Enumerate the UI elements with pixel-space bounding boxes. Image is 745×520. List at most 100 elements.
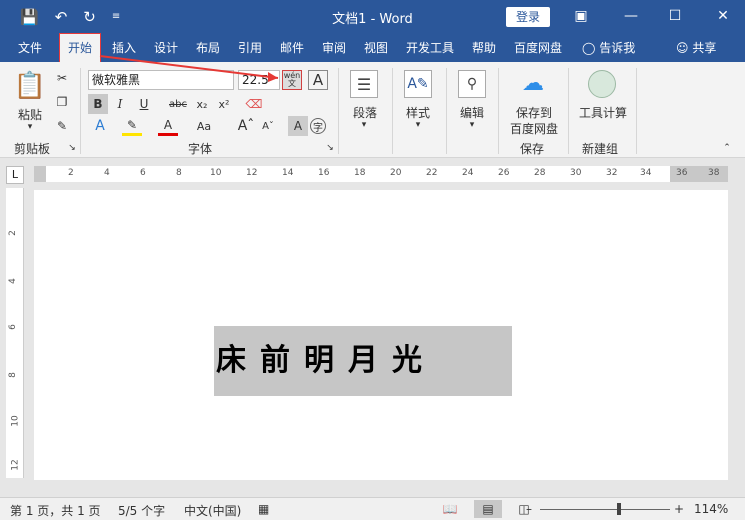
strikethrough-button[interactable]: abc <box>168 94 188 114</box>
read-mode-icon[interactable]: 📖 <box>436 500 464 518</box>
ruler-number: 26 <box>498 168 510 178</box>
font-launcher-icon[interactable]: ↘ <box>324 142 336 154</box>
tab-references[interactable]: 引用 <box>238 40 262 56</box>
zoom-level[interactable]: 114% <box>694 502 728 516</box>
separator <box>498 68 499 154</box>
ruler-number: 36 <box>676 168 688 178</box>
print-layout-icon[interactable]: ▤ <box>474 500 502 518</box>
tool-calc-icon[interactable] <box>588 70 616 98</box>
vertical-scrollbar[interactable] <box>730 188 745 492</box>
tab-design[interactable]: 设计 <box>154 40 178 56</box>
zoom-in-icon[interactable]: + <box>674 502 684 516</box>
italic-button[interactable]: I <box>110 94 130 114</box>
ruler-number: 14 <box>282 168 294 178</box>
ruler-number: 16 <box>318 168 330 178</box>
ruler-number: 12 <box>10 459 21 471</box>
change-case-icon[interactable]: Aa <box>194 116 214 136</box>
baidu-cloud-icon[interactable]: ☁ <box>518 68 548 98</box>
person-icon: ☺ <box>676 41 689 55</box>
ribbon-display-icon[interactable]: ▣ <box>570 6 592 26</box>
ruler-number: 32 <box>606 168 618 178</box>
zoom-out-icon[interactable]: – <box>526 502 532 516</box>
subscript-button[interactable]: x₂ <box>192 94 212 114</box>
text-effects-icon[interactable]: A <box>90 116 110 136</box>
ruler-number: 8 <box>176 168 182 178</box>
grow-font-icon[interactable]: Aˆ <box>236 116 256 136</box>
clear-format-icon[interactable]: ⌫ <box>244 94 264 114</box>
tab-selector-icon[interactable]: L <box>6 166 24 184</box>
enclose-char-icon[interactable]: 字 <box>310 118 326 134</box>
ruler-number: 34 <box>640 168 652 178</box>
separator <box>80 68 81 154</box>
tool-calc-button[interactable]: 工具计算 <box>574 104 632 121</box>
clipboard-icon[interactable]: 📋 <box>14 70 46 102</box>
editing-dropdown-icon[interactable]: ▾ <box>466 120 478 130</box>
close-icon[interactable]: ✕ <box>712 6 734 26</box>
tab-review[interactable]: 审阅 <box>322 40 346 56</box>
page-count[interactable]: 第 1 页，共 1 页 <box>10 502 101 519</box>
cut-icon[interactable]: ✂ <box>52 68 72 88</box>
ruler-number: 38 <box>708 168 720 178</box>
paragraph-icon[interactable]: ☰ <box>350 70 378 98</box>
selected-text[interactable]: 床前明月光 <box>214 326 512 396</box>
separator <box>392 68 393 154</box>
font-color-icon[interactable]: A <box>158 116 178 136</box>
shrink-font-icon[interactable]: Aˇ <box>258 116 278 136</box>
clipboard-launcher-icon[interactable]: ↘ <box>66 142 78 154</box>
paste-button[interactable]: 粘贴 <box>14 106 46 123</box>
ruler-number: 8 <box>7 372 18 378</box>
underline-button[interactable]: U <box>134 94 154 114</box>
tab-baidu[interactable]: 百度网盘 <box>514 40 562 56</box>
language-status[interactable]: 中文(中国) <box>184 502 241 519</box>
minimize-icon[interactable]: — <box>620 6 642 26</box>
document-page[interactable]: 床前明月光 <box>34 190 728 480</box>
font-name-value: 微软雅黑 <box>92 73 141 87</box>
format-painter-icon[interactable]: ✎ <box>52 116 72 136</box>
styles-button[interactable]: 样式 <box>402 104 434 121</box>
copy-icon[interactable]: ❐ <box>52 92 72 112</box>
paragraph-button[interactable]: 段落 <box>348 104 382 121</box>
font-size-combo[interactable]: 22.5 <box>238 70 280 90</box>
collapse-ribbon-icon[interactable]: ⌃ <box>720 142 734 154</box>
tab-layout[interactable]: 布局 <box>196 40 220 56</box>
styles-icon[interactable]: A✎ <box>404 70 432 98</box>
superscript-button[interactable]: x² <box>214 94 234 114</box>
tab-mailings[interactable]: 邮件 <box>280 40 304 56</box>
char-border-icon[interactable]: A <box>308 70 328 90</box>
login-button[interactable]: 登录 <box>506 7 550 27</box>
word-count[interactable]: 5/5 个字 <box>118 502 165 519</box>
ruler-number: 2 <box>7 230 18 236</box>
tab-home[interactable]: 开始 <box>58 33 102 63</box>
tab-tellme[interactable]: ◯ 告诉我 <box>582 40 635 56</box>
tab-developer[interactable]: 开发工具 <box>406 40 454 56</box>
highlight-icon[interactable]: ✎ <box>122 116 142 136</box>
web-layout-icon[interactable]: ◫ <box>510 500 538 518</box>
paste-dropdown-icon[interactable]: ▾ <box>24 122 36 132</box>
search-icon[interactable]: ⚲ <box>458 70 486 98</box>
tab-file[interactable]: 文件 <box>18 40 42 56</box>
ruler-bar[interactable]: 2 4 6 8 10 12 14 16 18 20 22 24 26 28 30… <box>34 166 728 182</box>
styles-dropdown-icon[interactable]: ▾ <box>412 120 424 130</box>
document-area: 床前明月光 <box>24 188 745 492</box>
char-shading-icon[interactable]: A <box>288 116 308 136</box>
separator <box>568 68 569 154</box>
vertical-ruler[interactable]: 2 4 6 8 10 12 <box>6 188 24 478</box>
save-to-baidu-line1[interactable]: 保存到 <box>506 104 562 121</box>
zoom-slider-thumb[interactable] <box>617 503 621 515</box>
tab-insert[interactable]: 插入 <box>112 40 136 56</box>
tab-view[interactable]: 视图 <box>364 40 388 56</box>
paragraph-dropdown-icon[interactable]: ▾ <box>358 120 370 130</box>
tab-help[interactable]: 帮助 <box>472 40 496 56</box>
phonetic-guide-button[interactable]: wén 文 <box>282 70 302 90</box>
font-name-combo[interactable]: 微软雅黑 <box>88 70 234 90</box>
save-to-baidu-line2[interactable]: 百度网盘 <box>506 120 562 137</box>
ruler-number: 12 <box>246 168 258 178</box>
bold-button[interactable]: B <box>88 94 108 114</box>
editing-button[interactable]: 编辑 <box>456 104 488 121</box>
maximize-icon[interactable]: ☐ <box>664 6 686 26</box>
share-button[interactable]: ☺ 共享 <box>676 40 716 56</box>
zoom-slider[interactable] <box>540 509 670 510</box>
ruler-number: 6 <box>7 324 18 330</box>
macro-record-icon[interactable]: ▦ <box>258 502 269 516</box>
tellme-label: 告诉我 <box>599 41 636 55</box>
